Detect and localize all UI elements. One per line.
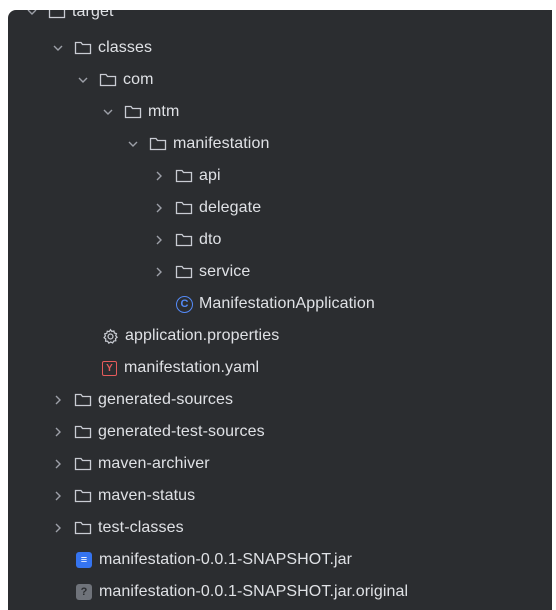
- tree-item-label: manifestation-0.0.1-SNAPSHOT.jar.origina…: [99, 583, 409, 600]
- yaml-file-icon: Y: [102, 360, 117, 376]
- tree-item-jar-original[interactable]: ? manifestation-0.0.1-SNAPSHOT.jar.origi…: [8, 576, 552, 608]
- tree-item-label: ManifestationApplication: [199, 295, 375, 312]
- tree-item-service[interactable]: service: [8, 256, 552, 288]
- tree-item-label: api: [199, 167, 221, 184]
- tree-item-manifestation-yaml[interactable]: Y manifestation.yaml: [8, 352, 552, 384]
- folder-icon: [48, 10, 66, 20]
- folder-icon: [74, 40, 92, 56]
- folder-icon: [175, 264, 193, 280]
- tree-item-target[interactable]: target: [8, 10, 552, 28]
- chevron-right-icon[interactable]: [50, 392, 66, 408]
- chevron-down-icon[interactable]: [125, 136, 141, 152]
- tree-item-classes[interactable]: classes: [8, 32, 552, 64]
- tree-item-mtm[interactable]: mtm: [8, 96, 552, 128]
- chevron-down-icon[interactable]: [75, 72, 91, 88]
- class-icon: C: [176, 295, 193, 313]
- folder-icon: [74, 488, 92, 504]
- tree-item-label: generated-test-sources: [98, 423, 265, 440]
- tree-item-api[interactable]: api: [8, 160, 552, 192]
- tree-item-generated-test-sources[interactable]: generated-test-sources: [8, 416, 552, 448]
- folder-icon: [149, 136, 167, 152]
- tree-item-label: generated-sources: [98, 391, 234, 408]
- tree-item-label: test-classes: [98, 519, 184, 536]
- tree-item-label: manifestation-0.0.1-SNAPSHOT.jar: [99, 551, 353, 568]
- project-tree-panel: target classes com mtm manifestation api…: [8, 10, 552, 610]
- chevron-right-icon[interactable]: [50, 424, 66, 440]
- tree-item-label: service: [199, 263, 251, 280]
- folder-icon: [124, 104, 142, 120]
- tree-item-label: delegate: [199, 199, 262, 216]
- chevron-right-icon[interactable]: [50, 456, 66, 472]
- tree-item-label: classes: [98, 39, 153, 56]
- tree-item-label: manifestation: [173, 135, 270, 152]
- chevron-right-icon[interactable]: [50, 520, 66, 536]
- folder-icon: [74, 520, 92, 536]
- tree-item-manifestation-application[interactable]: C ManifestationApplication: [8, 288, 552, 320]
- tree-item-maven-archiver[interactable]: maven-archiver: [8, 448, 552, 480]
- tree-item-jar[interactable]: ≡ manifestation-0.0.1-SNAPSHOT.jar: [8, 544, 552, 576]
- tree-item-label: maven-status: [98, 487, 196, 504]
- gear-icon: [101, 328, 119, 344]
- jar-file-icon: ≡: [76, 552, 92, 568]
- unknown-file-icon: ?: [76, 584, 92, 600]
- folder-icon: [175, 168, 193, 184]
- folder-icon: [175, 200, 193, 216]
- chevron-right-icon[interactable]: [151, 200, 167, 216]
- tree-item-test-classes[interactable]: test-classes: [8, 512, 552, 544]
- tree-item-delegate[interactable]: delegate: [8, 192, 552, 224]
- tree-item-dto[interactable]: dto: [8, 224, 552, 256]
- folder-icon: [74, 456, 92, 472]
- chevron-right-icon[interactable]: [50, 488, 66, 504]
- chevron-down-icon[interactable]: [50, 40, 66, 56]
- tree-item-label: dto: [199, 231, 222, 248]
- chevron-right-icon[interactable]: [151, 264, 167, 280]
- tree-item-label: com: [123, 71, 154, 88]
- chevron-down-icon[interactable]: [24, 10, 40, 20]
- chevron-right-icon[interactable]: [151, 232, 167, 248]
- tree-item-application-properties[interactable]: application.properties: [8, 320, 552, 352]
- tree-item-label: target: [72, 10, 114, 20]
- tree-item-label: mtm: [148, 103, 180, 120]
- folder-icon: [175, 232, 193, 248]
- tree-item-maven-status[interactable]: maven-status: [8, 480, 552, 512]
- folder-icon: [74, 424, 92, 440]
- chevron-right-icon[interactable]: [151, 168, 167, 184]
- tree-item-generated-sources[interactable]: generated-sources: [8, 384, 552, 416]
- folder-icon: [74, 392, 92, 408]
- tree-item-manifestation[interactable]: manifestation: [8, 128, 552, 160]
- tree-item-com[interactable]: com: [8, 64, 552, 96]
- tree-item-label: application.properties: [125, 327, 280, 344]
- folder-icon: [99, 72, 117, 88]
- chevron-down-icon[interactable]: [100, 104, 116, 120]
- tree-item-label: maven-archiver: [98, 455, 210, 472]
- tree-item-label: manifestation.yaml: [124, 359, 260, 376]
